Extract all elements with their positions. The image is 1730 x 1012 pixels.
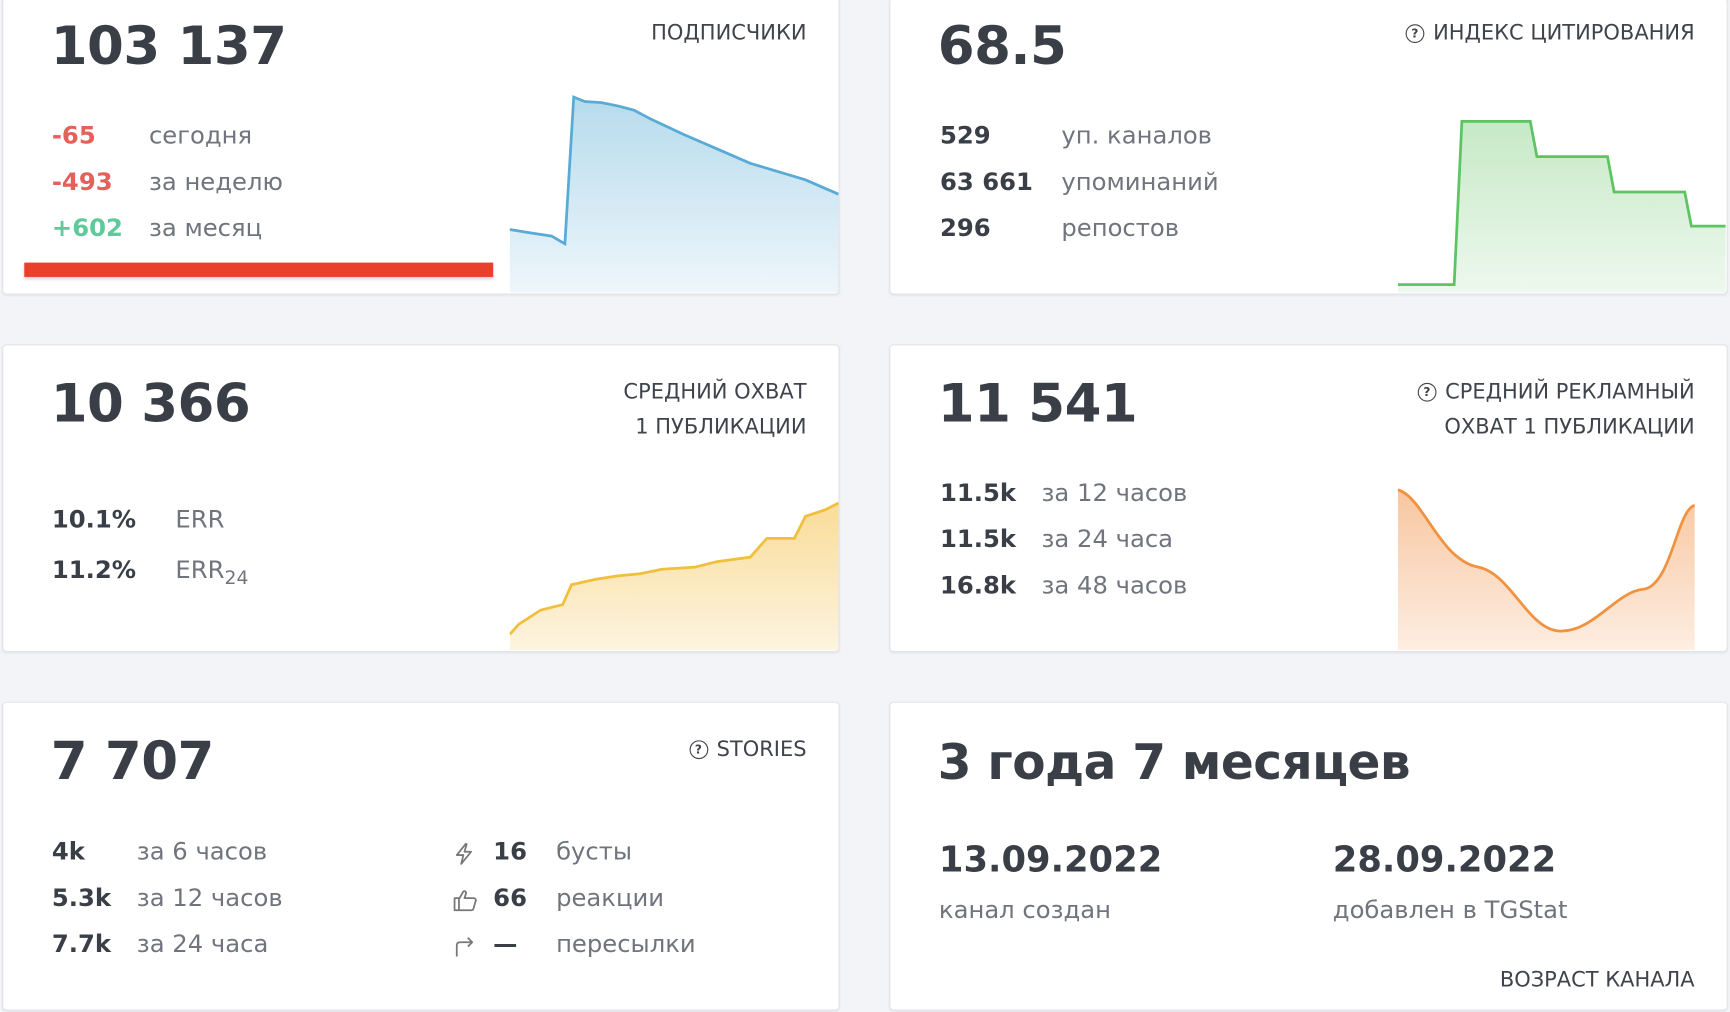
forwards-value: — [493, 931, 518, 959]
stories-6h-value: 4k [51, 838, 85, 867]
help-icon[interactable]: ? [1417, 382, 1437, 402]
reactions-label: реакции [556, 884, 665, 913]
ad-reach-value: 11 541 [937, 372, 1138, 435]
reach-sparkline [509, 501, 839, 650]
subscribers-week-value: -493 [51, 168, 113, 197]
err24-subscript: 24 [224, 567, 249, 590]
thumbs-up-icon [453, 890, 477, 912]
err24-label: ERR24 [175, 557, 248, 589]
channel-age-value: 3 года 7 месяцев [937, 734, 1411, 792]
lightning-icon [455, 843, 472, 865]
citation-channels-value: 529 [940, 122, 991, 151]
stories-24h-value: 7.7k [51, 931, 112, 959]
added-date: 28.09.2022 [1332, 838, 1557, 881]
reactions-value: 66 [493, 884, 527, 913]
ad-reach-12h-value: 11.5k [940, 479, 1017, 508]
stories-label: ? STORIES [689, 731, 807, 766]
err-value: 10.1% [51, 506, 137, 534]
subscribers-month-label: за месяц [148, 215, 263, 243]
forwards-label: пересылки [556, 931, 696, 959]
citation-mentions-value: 63 661 [940, 168, 1033, 197]
citation-reposts-label: репостов [1061, 215, 1180, 243]
ad-reach-label-line1: ? СРЕДНИЙ РЕКЛАМНЫЙ [1417, 374, 1695, 409]
stories-24h-label: за 24 часа [136, 931, 269, 959]
forward-arrow-icon [455, 937, 474, 957]
citation-sparkline [1397, 119, 1726, 293]
ad-reach-24h-label: за 24 часа [1041, 526, 1174, 554]
subscribers-month-value: +602 [51, 215, 123, 243]
citation-value: 68.5 [937, 15, 1067, 78]
stories-6h-label: за 6 часов [136, 838, 268, 867]
ad-reach-sparkline [1397, 488, 1696, 650]
help-icon[interactable]: ? [689, 740, 708, 760]
subscribers-value: 103 137 [50, 15, 287, 78]
err-label: ERR [175, 506, 225, 534]
citation-label-text: ИНДЕКС ЦИТИРОВАНИЯ [1433, 20, 1695, 46]
added-label: добавлен в TGStat [1332, 896, 1568, 925]
stories-label-text: STORIES [716, 737, 807, 762]
stories-12h-value: 5.3k [51, 884, 112, 913]
reach-label-line2: 1 ПУБЛИКАЦИИ [635, 414, 807, 440]
subscribers-week-label: за неделю [148, 168, 283, 197]
ad-reach-48h-label: за 48 часов [1041, 572, 1188, 601]
boosts-label: бусты [556, 838, 633, 867]
ad-reach-label-line2: ОХВАТ 1 ПУБЛИКАЦИИ [1444, 414, 1695, 440]
citation-reposts-value: 296 [940, 215, 991, 243]
subscribers-sparkline [509, 95, 839, 293]
citation-mentions-label: упоминаний [1061, 168, 1219, 197]
reach-label-line1: СРЕДНИЙ ОХВАТ [623, 379, 807, 404]
ad-reach-12h-label: за 12 часов [1041, 479, 1188, 508]
subscribers-label: ПОДПИСЧИКИ [651, 20, 807, 46]
ad-reach-48h-value: 16.8k [940, 572, 1017, 601]
citation-label: ? ИНДЕКС ЦИТИРОВАНИЯ [1405, 15, 1695, 50]
subscribers-today-value: -65 [51, 122, 96, 151]
ad-reach-label-text: СРЕДНИЙ РЕКЛАМНЫЙ [1445, 379, 1695, 404]
err24-value: 11.2% [51, 557, 137, 585]
boosts-value: 16 [493, 838, 527, 867]
ad-reach-24h-value: 11.5k [940, 526, 1017, 554]
created-date: 13.09.2022 [938, 838, 1163, 881]
created-label: канал создан [938, 896, 1112, 925]
stories-value: 7 707 [50, 730, 215, 793]
stories-12h-label: за 12 часов [136, 884, 283, 913]
help-icon[interactable]: ? [1405, 24, 1425, 44]
reach-value: 10 366 [50, 372, 251, 435]
channel-age-label: ВОЗРАСТ КАНАЛА [1499, 967, 1695, 992]
citation-channels-label: уп. каналов [1061, 122, 1212, 151]
red-highlight-bar [24, 262, 494, 277]
err24-label-text: ERR [175, 557, 225, 585]
subscribers-today-label: сегодня [148, 122, 253, 151]
